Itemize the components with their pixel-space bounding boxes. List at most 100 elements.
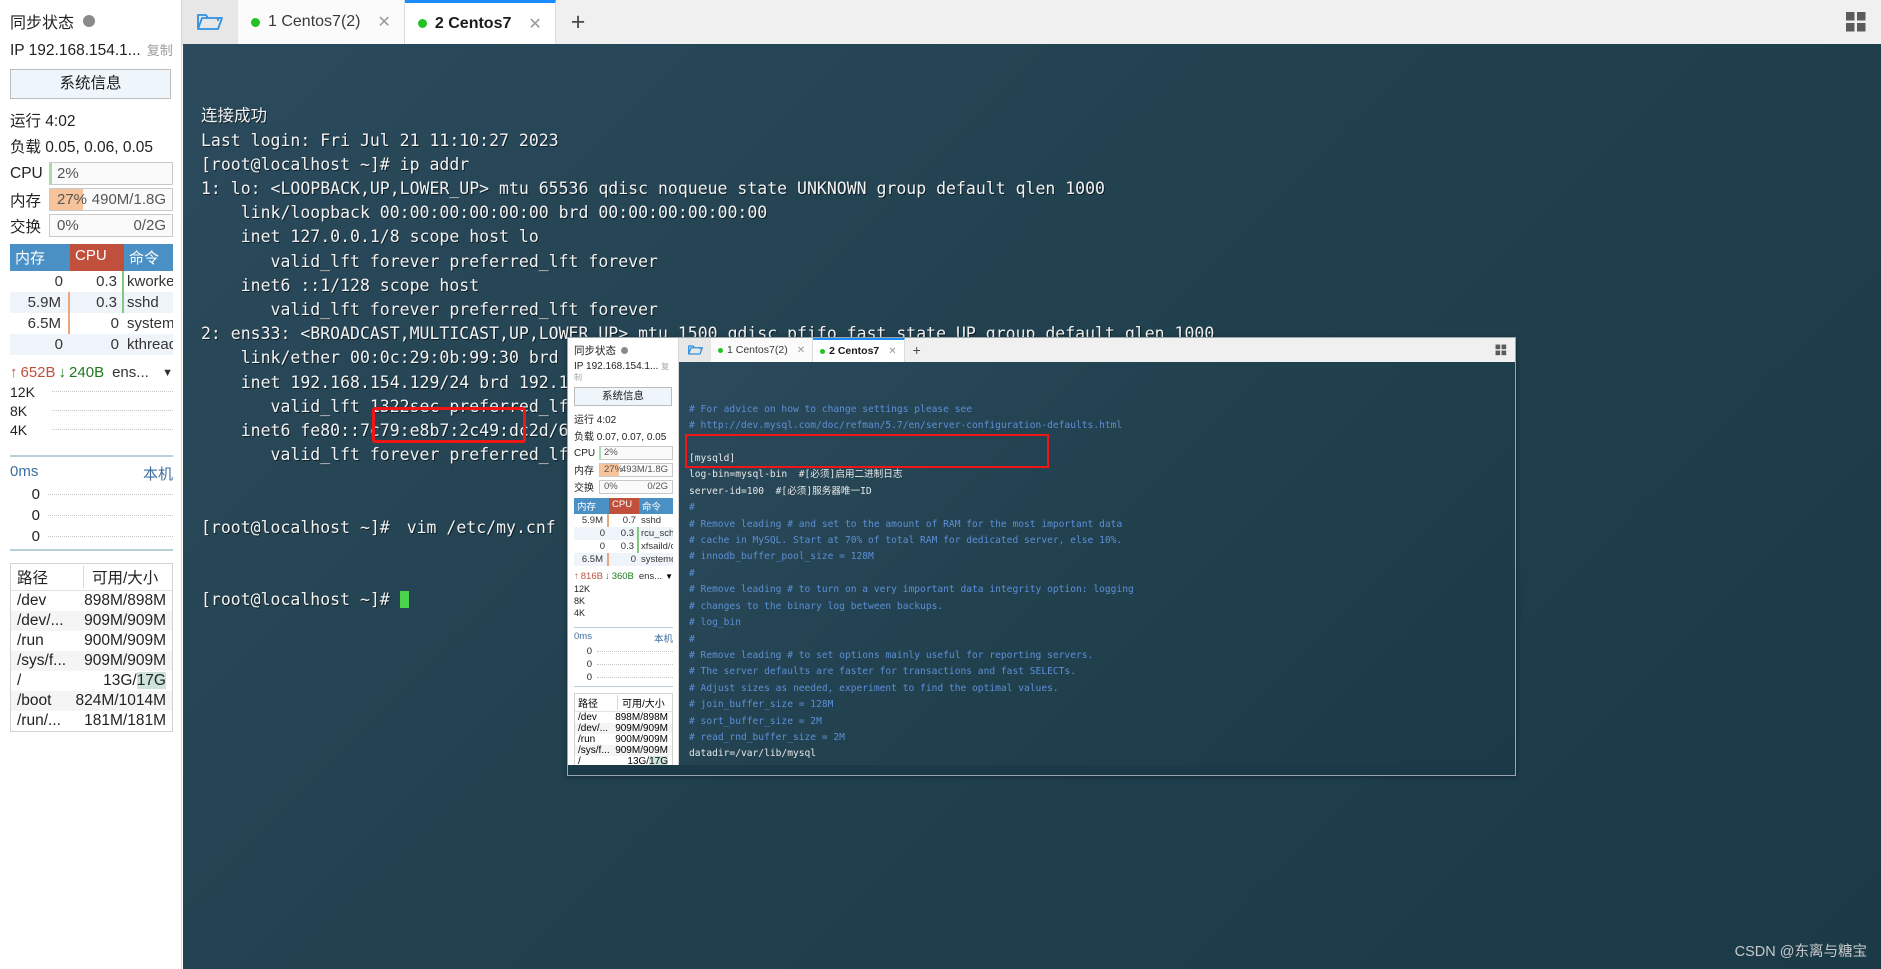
process-row[interactable]: 0 0.3rcu_sche xyxy=(574,527,673,540)
grid-layout-icon[interactable] xyxy=(1845,0,1881,44)
ping-latency-value: 0ms xyxy=(10,463,39,480)
inner-tab-centos7-2[interactable]: 1 Centos7(2) ✕ xyxy=(711,338,814,362)
disk-table-body: /dev 898M/898M/dev/... 909M/909M/run 900M/9… xyxy=(11,591,172,731)
tab-centos7-2[interactable]: 1 Centos7(2) ✕ xyxy=(238,0,405,44)
copy-ip-button[interactable]: 复制 xyxy=(147,40,173,59)
download-arrow-icon: ↓ xyxy=(58,364,67,381)
process-row[interactable]: 6.5M 0 systemd xyxy=(10,313,173,334)
vim-line: # sort_buffer_size = 2M xyxy=(689,715,822,727)
disk-row[interactable]: /sys/f... 909M/909M xyxy=(575,745,672,756)
swap-meter-detail: 0/2G xyxy=(133,217,166,234)
process-command-value: xfsaild/d xyxy=(641,541,673,552)
disk-row[interactable]: /dev/... 909M/909M xyxy=(575,723,672,734)
vim-line: # innodb_buffer_pool_size = 128M xyxy=(689,551,874,563)
process-row[interactable]: 5.9M 0.3 sshd xyxy=(10,292,173,313)
ping-row-2: 0 xyxy=(10,526,173,547)
inner-close-icon[interactable]: ✕ xyxy=(797,345,805,356)
process-row[interactable]: 0 0 kthread xyxy=(10,334,173,355)
ping-tick-2: 0 xyxy=(31,528,40,545)
inner-process-header-mem[interactable]: 内存 xyxy=(574,498,609,514)
vim-line: # log_bin xyxy=(689,617,741,629)
tab-centos7[interactable]: 2 Centos7 ✕ xyxy=(404,0,556,44)
process-header-cpu[interactable]: CPU xyxy=(70,244,124,271)
inner-folder-open-icon[interactable] xyxy=(679,338,711,362)
inner-tab-centos7[interactable]: 2 Centos7 ✕ xyxy=(813,338,905,362)
inner-process-header-cmd[interactable]: 命令 xyxy=(639,498,673,514)
vim-line: # xyxy=(689,502,695,514)
vim-line: # cache in MySQL. Start at 70% of total … xyxy=(689,535,1123,547)
memory-meter-row: 内存 27% 490M/1.8G xyxy=(10,188,173,211)
disk-size-value: 909M/909M xyxy=(615,745,668,756)
inner-sync-status-indicator-icon xyxy=(621,347,628,354)
disk-row[interactable]: /sys/f... 909M/909M xyxy=(11,651,172,671)
disk-row[interactable]: /run 900M/909M xyxy=(575,734,672,745)
inner-tab-label: 2 Centos7 xyxy=(829,345,880,357)
terminal-prompt-2: [root@localhost ~]# xyxy=(201,590,400,610)
ping-host-label[interactable]: 本机 xyxy=(143,463,173,484)
system-info-button[interactable]: 系统信息 xyxy=(10,69,171,99)
session-tab-bar: 1 Centos7(2) ✕ 2 Centos7 ✕ + xyxy=(182,0,1881,45)
chevron-down-icon[interactable]: ▼ xyxy=(162,367,173,379)
disk-row[interactable]: /dev 898M/898M xyxy=(575,712,672,723)
inner-close-icon[interactable]: ✕ xyxy=(888,346,896,357)
folder-open-icon[interactable] xyxy=(182,0,238,44)
process-header-cmd[interactable]: 命令 xyxy=(124,244,173,271)
csdn-watermark: CSDN @东离与糖宝 xyxy=(1734,944,1867,960)
process-memory-value: 0 xyxy=(599,528,605,539)
process-row[interactable]: 5.9M 0.7 sshd xyxy=(574,514,673,527)
process-command-value: sshd xyxy=(641,515,662,526)
disk-size-value: 13G/17G xyxy=(103,672,166,689)
close-icon[interactable]: ✕ xyxy=(378,12,391,32)
process-cpu-value: 0.3 xyxy=(70,292,124,313)
disk-row[interactable]: /boot 824M/1014M xyxy=(11,691,172,711)
close-icon[interactable]: ✕ xyxy=(528,14,541,34)
inner-memory-meter-bar: 27% 493M/1.8G xyxy=(599,462,673,477)
disk-path-value: /run xyxy=(17,632,44,649)
inner-ping-gridline-2 xyxy=(597,677,673,678)
process-header-mem[interactable]: 内存 xyxy=(10,244,70,271)
process-command-value: systemd xyxy=(641,554,673,565)
vim-line: # Remove leading # to turn on a very imp… xyxy=(689,584,1134,596)
process-cpu-value: 0.3 xyxy=(609,540,639,553)
swap-meter-bar: 0% 0/2G xyxy=(49,214,173,237)
inner-vim-editor[interactable]: # For advice on how to change settings p… xyxy=(679,362,1515,775)
vim-line: # Remove leading # and set to the amount… xyxy=(689,518,1123,530)
inner-ping-host-label[interactable]: 本机 xyxy=(654,631,673,645)
process-row[interactable]: 0 0.3 xfsaild/d xyxy=(574,540,673,553)
process-row[interactable]: 6.5M 0 systemd xyxy=(574,553,673,566)
process-memory-value: 0 xyxy=(54,273,63,290)
ping-tick-0: 0 xyxy=(31,486,40,503)
inner-chevron-down-icon[interactable]: ▼ xyxy=(665,572,673,581)
inner-sync-status-label: 同步状态 xyxy=(574,345,616,357)
cpu-meter-label: CPU xyxy=(10,164,43,182)
ping-row-1: 0 xyxy=(10,505,173,526)
disk-row[interactable]: /run/... 181M/181M xyxy=(11,711,172,731)
inner-process-header-cpu[interactable]: CPU xyxy=(609,498,639,514)
inner-network-interface-label: ens... xyxy=(638,571,663,582)
inner-new-tab-button[interactable]: + xyxy=(905,338,929,362)
disk-row[interactable]: /run 900M/909M xyxy=(11,631,172,651)
inner-grid-layout-icon[interactable] xyxy=(1495,338,1515,362)
disk-row[interactable]: /dev/... 909M/909M xyxy=(11,611,172,631)
terminal-line: Last login: Fri Jul 21 11:10:27 2023 xyxy=(201,130,559,150)
inner-ip-row: IP 192.168.154.1... 复制 xyxy=(568,360,678,385)
process-row[interactable]: 0 0.3kworker/ xyxy=(10,271,173,292)
disk-size-value: 900M/909M xyxy=(615,734,668,745)
sync-status-row: 同步状态 xyxy=(0,0,181,38)
nested-screenshot-window[interactable]: 同步状态 IP 192.168.154.1... 复制 系统信息 运行 4:02… xyxy=(567,337,1516,776)
inner-tab-label: 1 Centos7(2) xyxy=(727,344,788,356)
new-tab-button[interactable]: + xyxy=(556,0,601,44)
vim-line: # Adjust sizes as needed, experiment to … xyxy=(689,682,1059,694)
disk-size-highlight: 17G xyxy=(136,672,166,689)
inner-ping-header: 0ms 本机 xyxy=(574,631,673,645)
vim-line: # join_buffer_size = 128M xyxy=(689,699,834,711)
network-axis-tick-2: 4K xyxy=(10,422,28,438)
inner-system-info-button[interactable]: 系统信息 xyxy=(574,387,672,406)
disk-path-value: / xyxy=(17,672,22,689)
disk-row[interactable]: /dev 898M/898M xyxy=(11,591,172,611)
ip-row: IP 192.168.154.1... 复制 xyxy=(0,38,181,64)
swap-meter-value: 0% xyxy=(57,217,79,234)
inner-download-arrow-icon: ↓ xyxy=(604,571,610,582)
disk-path-value: /boot xyxy=(17,692,52,709)
disk-row[interactable]: / 13G/17G xyxy=(11,671,172,691)
